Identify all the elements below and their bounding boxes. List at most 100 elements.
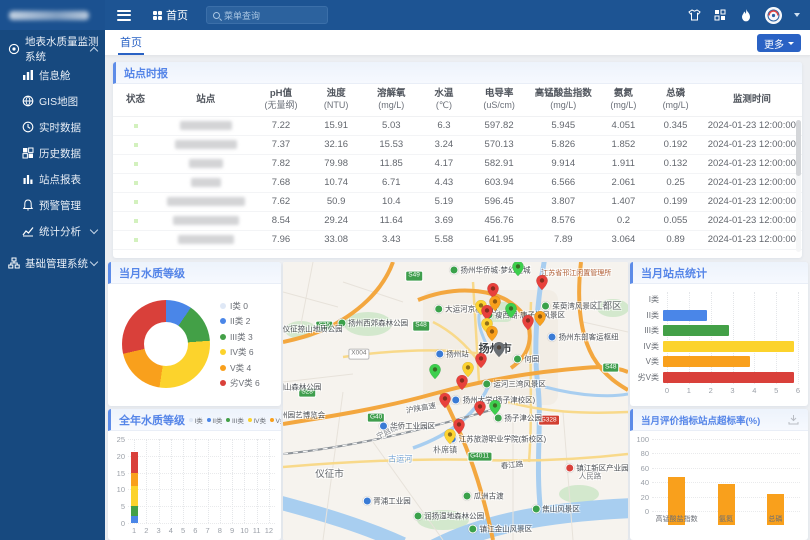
donut-legend-item[interactable]: III类 3 bbox=[220, 329, 260, 345]
donut-legend-item[interactable]: II类 2 bbox=[220, 314, 260, 330]
map-poi[interactable]: 胥浦工业园 bbox=[362, 496, 411, 507]
cell-value: 5.58 bbox=[419, 230, 469, 249]
hbar-category-label: III类 bbox=[636, 325, 663, 336]
station-pin-red[interactable] bbox=[456, 375, 468, 390]
x-tick-label: 4 bbox=[748, 386, 760, 395]
annual-legend-item[interactable]: IV类 bbox=[248, 415, 266, 425]
station-pin-green[interactable] bbox=[512, 262, 524, 276]
gridline bbox=[146, 439, 147, 523]
cell-value: 4.43 bbox=[419, 173, 469, 192]
hbar-row: I类 bbox=[636, 292, 802, 308]
annual-legend-item[interactable]: III类 bbox=[226, 415, 243, 425]
poi-icon bbox=[450, 266, 459, 275]
more-button[interactable]: 更多 bbox=[757, 34, 801, 52]
map-poi[interactable]: 润扬湿地森林公园 bbox=[413, 511, 484, 522]
x-tick-label: 1 bbox=[683, 386, 695, 395]
map-poi[interactable]: 铜山森林公园 bbox=[283, 382, 321, 393]
donut-legend-item[interactable]: I类 0 bbox=[220, 298, 260, 314]
user-menu-caret-icon[interactable] bbox=[794, 13, 800, 17]
map-poi[interactable]: 扬州西郊森林公园 bbox=[337, 318, 408, 329]
y-tick-label: 60 bbox=[632, 464, 649, 473]
sidebar-toggle-icon[interactable] bbox=[117, 10, 131, 21]
map-poi[interactable]: 镇江金山风景区 bbox=[469, 523, 533, 534]
donut-legend-item[interactable]: V类 4 bbox=[220, 360, 260, 376]
station-row: 7.3732.1615.533.24570.135.8261.8520.1922… bbox=[113, 135, 802, 154]
hbar-fill[interactable] bbox=[663, 372, 794, 383]
donut-legend-item[interactable]: IV类 6 bbox=[220, 345, 260, 361]
station-table: 状态站点pH值(无量纲)浊度(NTU)溶解氧(mg/L)水温(℃)电导率(uS/… bbox=[113, 84, 802, 250]
y-tick-label: 80 bbox=[632, 449, 649, 458]
legend-dot bbox=[220, 334, 226, 340]
cell-value: 7.89 bbox=[529, 230, 597, 249]
map-poi[interactable]: 瓜洲古渡 bbox=[463, 490, 504, 501]
menu-search-input[interactable]: 菜单查询 bbox=[206, 6, 328, 24]
sidebar-item-6[interactable]: 统计分析 bbox=[0, 218, 105, 244]
sidebar-item-group2[interactable]: 基础管理系统 bbox=[0, 250, 105, 276]
map-poi[interactable]: 镇江新区产业园 bbox=[565, 462, 628, 473]
station-pin-green[interactable] bbox=[429, 364, 441, 379]
theme-shirt-icon[interactable] bbox=[687, 8, 701, 22]
station-pin-green[interactable] bbox=[505, 303, 517, 318]
gis-map-icon bbox=[22, 95, 34, 107]
station-pin-red[interactable] bbox=[522, 315, 534, 330]
map-poi[interactable]: 运河三湾风景区 bbox=[482, 379, 546, 390]
legend-dot bbox=[220, 303, 226, 309]
logo-blurred bbox=[9, 11, 89, 20]
gridline bbox=[128, 489, 275, 490]
poi-icon bbox=[435, 349, 444, 358]
chart-toolbox-icon[interactable] bbox=[787, 414, 800, 425]
donut-legend-item[interactable]: 劣V类 6 bbox=[220, 376, 260, 392]
cell-value: 9.914 bbox=[529, 154, 597, 173]
map-poi[interactable]: 扬州东部客运枢纽 bbox=[548, 332, 619, 343]
map-poi[interactable]: 何园 bbox=[513, 354, 539, 365]
sidebar-item-root[interactable]: 地表水质量监测系统 bbox=[0, 36, 105, 62]
hbar-fill[interactable] bbox=[663, 310, 707, 321]
station-pin-orange[interactable] bbox=[534, 311, 546, 326]
layout-icon[interactable] bbox=[713, 8, 727, 22]
annual-legend-item[interactable]: V类 bbox=[270, 415, 281, 425]
cell-value: 0.199 bbox=[650, 192, 702, 211]
map-poi[interactable]: 焦山风景区 bbox=[531, 504, 580, 515]
sidebar-item-4[interactable]: 站点报表 bbox=[0, 166, 105, 192]
hbar-fill[interactable] bbox=[663, 341, 794, 352]
station-pin-green[interactable] bbox=[489, 400, 501, 415]
cell-value: 5.826 bbox=[529, 135, 597, 154]
map-panel[interactable]: 扬州市江都区仪征市朴席镇古运河沪陕高速宁启线春江路人民路江苏省邗江闲置管理所S4… bbox=[283, 262, 628, 540]
app-logo bbox=[0, 0, 105, 30]
station-pin-orange[interactable] bbox=[486, 326, 498, 341]
user-avatar[interactable] bbox=[765, 7, 782, 24]
gridline bbox=[128, 523, 275, 524]
sidebar-item-5[interactable]: 预警管理 bbox=[0, 192, 105, 218]
station-pin-red[interactable] bbox=[474, 401, 486, 416]
annual-legend-item[interactable]: I类 bbox=[189, 415, 203, 425]
flame-icon[interactable] bbox=[739, 8, 753, 22]
station-pin-red[interactable] bbox=[536, 275, 548, 290]
map-poi[interactable]: 茱萸湾风景区 bbox=[541, 301, 597, 312]
annual-legend-item[interactable]: II类 bbox=[207, 415, 223, 425]
station-pin-gray[interactable] bbox=[493, 342, 505, 357]
hbar-track bbox=[663, 372, 802, 383]
hbar-fill[interactable] bbox=[663, 356, 750, 367]
station-row: 7.9633.083.435.58641.957.893.0640.892024… bbox=[113, 230, 802, 249]
stacked-bar-month1[interactable] bbox=[131, 452, 138, 523]
map-poi[interactable]: 扬州站 bbox=[435, 348, 469, 359]
table-scrollbar[interactable] bbox=[796, 120, 801, 252]
sidebar-item-2[interactable]: 实时数据 bbox=[0, 114, 105, 140]
cell-value: 6.71 bbox=[364, 173, 419, 192]
station-pin-red[interactable] bbox=[439, 393, 451, 408]
map-poi[interactable]: 仪征捺山地质公园 bbox=[283, 323, 343, 334]
map-poi[interactable]: 华侨工业园区 bbox=[379, 421, 435, 432]
station-pin-red[interactable] bbox=[475, 353, 487, 368]
sidebar-item-0[interactable]: 信息舱 bbox=[0, 62, 105, 88]
cell-value: 2.061 bbox=[597, 173, 649, 192]
station-pin-yellow[interactable] bbox=[444, 429, 456, 444]
gridline bbox=[171, 439, 172, 523]
map-poi[interactable]: 江苏旅游职业学院(新校区) bbox=[448, 433, 547, 444]
sidebar-item-3[interactable]: 历史数据 bbox=[0, 140, 105, 166]
map-poi[interactable]: 扬州园艺博览会 bbox=[283, 409, 325, 420]
tab-home[interactable]: 首页 bbox=[118, 30, 144, 55]
hbar-fill[interactable] bbox=[663, 325, 729, 336]
breadcrumb-home[interactable]: 首页 bbox=[153, 7, 188, 23]
station-name-blurred bbox=[175, 140, 237, 149]
sidebar-item-1[interactable]: GIS地图 bbox=[0, 88, 105, 114]
